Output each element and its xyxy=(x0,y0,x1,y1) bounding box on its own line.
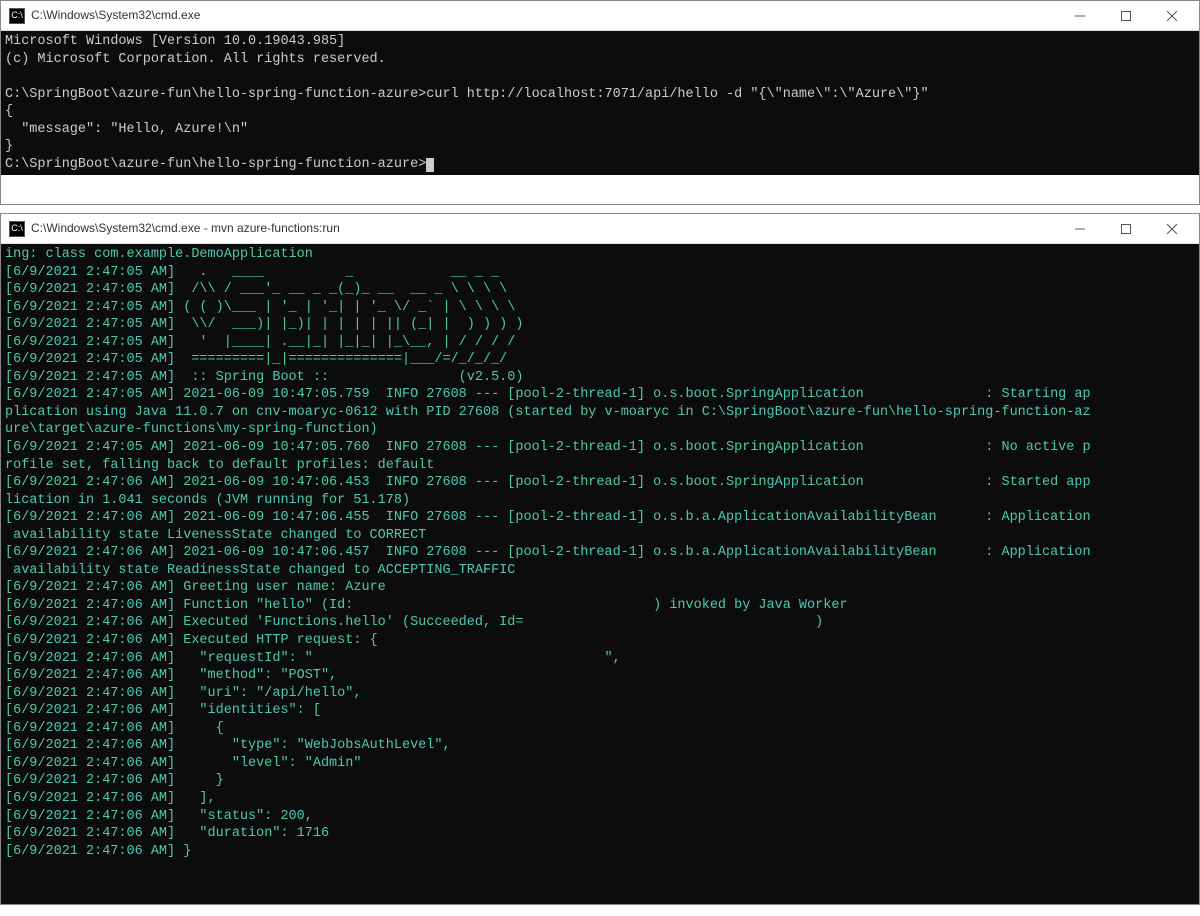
line: "message": "Hello, Azure!\n" xyxy=(5,122,248,137)
log: Executed HTTP request: { xyxy=(183,633,377,648)
log: "status": 200, xyxy=(183,809,313,824)
timestamp: [6/9/2021 2:47:06 AM] xyxy=(5,756,183,771)
log-cont: availability state LivenessState changed… xyxy=(5,528,426,543)
timestamp: [6/9/2021 2:47:06 AM] xyxy=(5,615,183,630)
title-bar[interactable]: C:\ C:\Windows\System32\cmd.exe xyxy=(1,1,1199,31)
cmd-window-top: C:\ C:\Windows\System32\cmd.exe Microsof… xyxy=(0,0,1200,205)
title-bar[interactable]: C:\ C:\Windows\System32\cmd.exe - mvn az… xyxy=(1,214,1199,244)
log: 2021-06-09 10:47:06.457 INFO 27608 --- [… xyxy=(183,545,1090,560)
timestamp: [6/9/2021 2:47:05 AM] xyxy=(5,335,183,350)
log-cont: lication in 1.041 seconds (JVM running f… xyxy=(5,493,410,508)
timestamp: [6/9/2021 2:47:06 AM] xyxy=(5,826,183,841)
window-title: C:\Windows\System32\cmd.exe xyxy=(31,8,1057,24)
prompt: C:\SpringBoot\azure-fun\hello-spring-fun… xyxy=(5,157,426,172)
log: "type": "WebJobsAuthLevel", xyxy=(183,738,450,753)
log-cont: rofile set, falling back to default prof… xyxy=(5,458,434,473)
log: "uri": "/api/hello", xyxy=(183,686,361,701)
log: ], xyxy=(183,791,215,806)
log: 2021-06-09 10:47:06.453 INFO 27608 --- [… xyxy=(183,475,1090,490)
ascii-art: =========|_|==============|___/=/_/_/_/ xyxy=(183,352,507,367)
log: Greeting user name: Azure xyxy=(183,580,386,595)
timestamp: [6/9/2021 2:47:06 AM] xyxy=(5,844,183,859)
timestamp: [6/9/2021 2:47:05 AM] xyxy=(5,387,183,402)
timestamp: [6/9/2021 2:47:06 AM] xyxy=(5,475,183,490)
ascii-art: \\/ ___)| |_)| | | | | || (_| | ) ) ) ) xyxy=(183,317,523,332)
line: ing: class com.example.DemoApplication xyxy=(5,247,313,262)
timestamp: [6/9/2021 2:47:06 AM] xyxy=(5,686,183,701)
timestamp: [6/9/2021 2:47:05 AM] xyxy=(5,352,183,367)
close-button[interactable] xyxy=(1149,2,1195,30)
timestamp: [6/9/2021 2:47:06 AM] xyxy=(5,580,183,595)
log: { xyxy=(183,721,224,736)
terminal-output[interactable]: ing: class com.example.DemoApplication [… xyxy=(1,244,1199,904)
ascii-art: ( ( )\___ | '_ | '_| | '_ \/ _` | \ \ \ … xyxy=(183,300,515,315)
timestamp: [6/9/2021 2:47:05 AM] xyxy=(5,440,183,455)
ascii-art: . ____ _ __ _ _ xyxy=(183,265,499,280)
minimize-button[interactable] xyxy=(1057,2,1103,30)
log: Function "hello" (Id: ) invoked by Java … xyxy=(183,598,847,613)
log: } xyxy=(183,844,191,859)
cursor xyxy=(426,158,434,172)
timestamp: [6/9/2021 2:47:06 AM] xyxy=(5,651,183,666)
log: 2021-06-09 10:47:05.759 INFO 27608 --- [… xyxy=(183,387,1090,402)
log-cont: plication using Java 11.0.7 on cnv-moary… xyxy=(5,405,1091,420)
log: "duration": 1716 xyxy=(183,826,329,841)
timestamp: [6/9/2021 2:47:05 AM] xyxy=(5,300,183,315)
log: } xyxy=(183,773,224,788)
ascii-art: ' |____| .__|_| |_|_| |_\__, | / / / / xyxy=(183,335,515,350)
timestamp: [6/9/2021 2:47:06 AM] xyxy=(5,791,183,806)
line: C:\SpringBoot\azure-fun\hello-spring-fun… xyxy=(5,87,929,102)
log: Executed 'Functions.hello' (Succeeded, I… xyxy=(183,615,823,630)
cmd-icon: C:\ xyxy=(9,8,25,24)
timestamp: [6/9/2021 2:47:06 AM] xyxy=(5,721,183,736)
timestamp: [6/9/2021 2:47:06 AM] xyxy=(5,633,183,648)
timestamp: [6/9/2021 2:47:06 AM] xyxy=(5,598,183,613)
timestamp: [6/9/2021 2:47:05 AM] xyxy=(5,370,183,385)
log: 2021-06-09 10:47:05.760 INFO 27608 --- [… xyxy=(183,440,1090,455)
line: Microsoft Windows [Version 10.0.19043.98… xyxy=(5,34,345,49)
timestamp: [6/9/2021 2:47:06 AM] xyxy=(5,510,183,525)
cmd-window-bottom: C:\ C:\Windows\System32\cmd.exe - mvn az… xyxy=(0,213,1200,905)
log: "identities": [ xyxy=(183,703,321,718)
window-title: C:\Windows\System32\cmd.exe - mvn azure-… xyxy=(31,221,1057,237)
window-controls xyxy=(1057,2,1195,30)
log: "method": "POST", xyxy=(183,668,337,683)
timestamp: [6/9/2021 2:47:05 AM] xyxy=(5,265,183,280)
timestamp: [6/9/2021 2:47:05 AM] xyxy=(5,282,183,297)
line: { xyxy=(5,104,13,119)
maximize-button[interactable] xyxy=(1103,215,1149,243)
close-button[interactable] xyxy=(1149,215,1195,243)
timestamp: [6/9/2021 2:47:06 AM] xyxy=(5,809,183,824)
spring-boot-version: :: Spring Boot :: (v2.5.0) xyxy=(183,370,523,385)
line: (c) Microsoft Corporation. All rights re… xyxy=(5,52,386,67)
line: } xyxy=(5,139,13,154)
maximize-button[interactable] xyxy=(1103,2,1149,30)
log: 2021-06-09 10:47:06.455 INFO 27608 --- [… xyxy=(183,510,1090,525)
window-controls xyxy=(1057,215,1195,243)
log-cont: ure\target\azure-functions\my-spring-fun… xyxy=(5,422,378,437)
log: "level": "Admin" xyxy=(183,756,361,771)
terminal-output[interactable]: Microsoft Windows [Version 10.0.19043.98… xyxy=(1,31,1199,175)
timestamp: [6/9/2021 2:47:06 AM] xyxy=(5,545,183,560)
cmd-icon: C:\ xyxy=(9,221,25,237)
timestamp: [6/9/2021 2:47:06 AM] xyxy=(5,703,183,718)
timestamp: [6/9/2021 2:47:05 AM] xyxy=(5,317,183,332)
log: "requestId": " ", xyxy=(183,651,620,666)
minimize-button[interactable] xyxy=(1057,215,1103,243)
log-cont: availability state ReadinessState change… xyxy=(5,563,515,578)
ascii-art: /\\ / ___'_ __ _ _(_)_ __ __ _ \ \ \ \ xyxy=(183,282,507,297)
timestamp: [6/9/2021 2:47:06 AM] xyxy=(5,668,183,683)
timestamp: [6/9/2021 2:47:06 AM] xyxy=(5,738,183,753)
timestamp: [6/9/2021 2:47:06 AM] xyxy=(5,773,183,788)
